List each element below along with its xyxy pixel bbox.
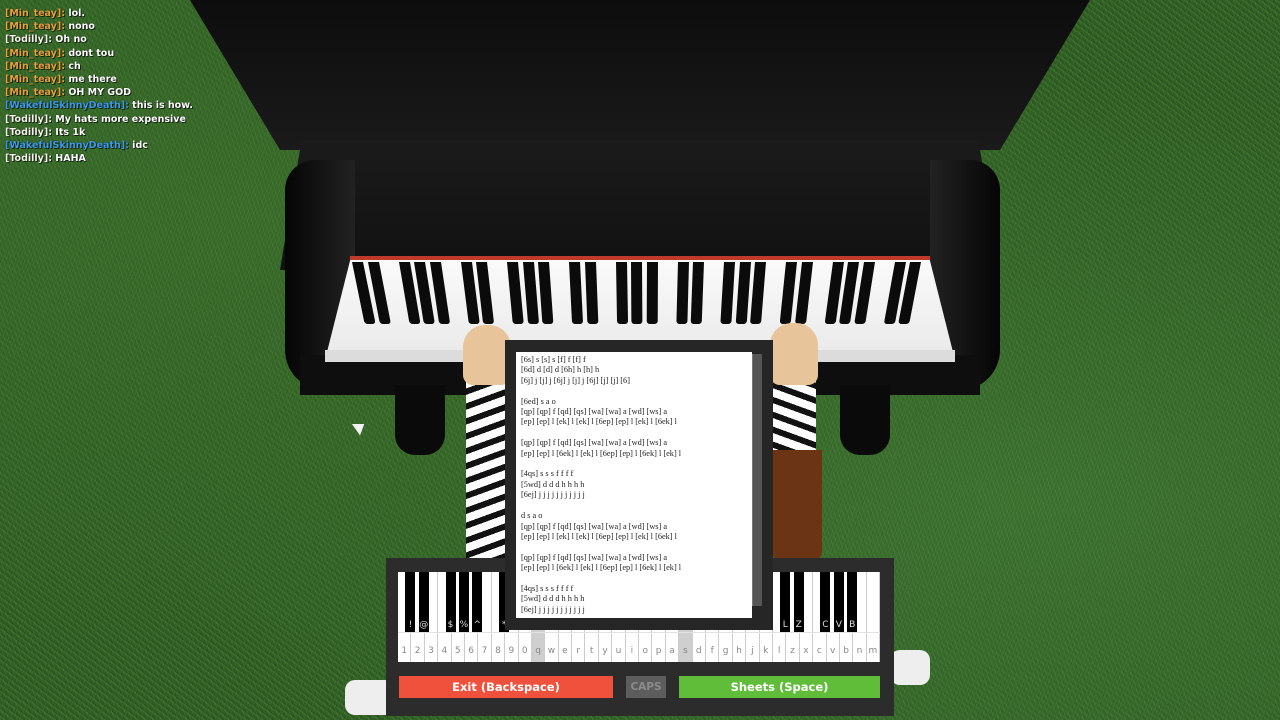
sheet-music[interactable]: [6s] s [s] s [f] f [f] f [6d] d [d] d [6h… [516,352,752,618]
exit-button[interactable]: Exit (Backspace) [399,676,613,698]
chat-username: [Todilly]: [5,126,52,138]
sheet-line: [ep] [ep] l [6ek] l [ek] l [6ep] [ep] l … [521,448,682,458]
chat-username: [Todilly]: [5,34,52,46]
sheet-line: [6ed] s a o [521,396,556,406]
chat-message: [Min_teay]: OH MY GOD [5,86,193,99]
sheet-line: [4qs] s s s f f f f [521,583,574,593]
sheet-scrollbar[interactable] [752,354,762,606]
sheet-line: [ep] [ep] l [ek] l [ek] l [6ep] [ep] l [… [521,531,677,541]
chat-username: [Todilly]: [5,153,52,165]
sheet-line: [4qs] s s s f f f f [521,469,574,479]
black-key[interactable]: Z [793,572,804,632]
chat-text: lol. [65,8,85,19]
sheet-line [521,542,752,552]
keyboard-divider [398,632,880,633]
sheet-line: [qp] [qp] f [qd] [qs] [wa] [wa] a [wd] [… [521,552,668,562]
chat-log: [Min_teay]: lol. [Min_teay]: nono [Todilly… [5,7,193,165]
sheet-line: [6ej] j j j j j j j j j j j [521,604,585,614]
sheet-line: [qp] [qp] f [qd] [qs] [wa] [wa] a [wd] [… [521,521,668,531]
piano-leg-left [395,385,445,455]
piano-black-key [646,262,658,324]
sheet-line: [qp] [qp] f [qd] [qs] [wa] [wa] a [wd] [… [521,407,668,417]
sheet-line: [5wd] d d d h h h h [521,594,585,604]
chat-text: Oh no [52,34,87,46]
chat-text: idc [128,140,148,152]
chat-message: [Min_teay]: nono [5,20,193,33]
black-key[interactable]: ! [405,572,416,632]
piano-black-key [631,262,643,324]
chat-message: [Min_teay]: dont tou [5,47,193,60]
chat-message: [Min_teay]: ch [5,60,193,73]
caps-button[interactable]: CAPS [626,676,666,698]
sheet-line: [6d] d [d] d [6h] h [h] h [521,365,600,375]
sheet-line [521,574,752,584]
sheet-line: [ep] [ep] l [6ek] l [ek] l [6ep] [ep] l … [521,563,682,573]
avatar-torso [772,450,822,560]
piano-black-key [690,262,704,324]
sheet-line [521,501,752,511]
piano-lid [190,0,1090,150]
chat-message: [Todilly]: Oh no [5,33,193,46]
chat-text: Its 1k [52,126,86,138]
sheet-line: [5wd] d d d h h h h [521,479,585,489]
chat-username: [Min_teay]: [5,21,66,33]
chat-message: [Todilly]: Its 1k [5,126,193,139]
key-m[interactable]: m [866,572,881,662]
black-key[interactable]: ^ [472,572,483,632]
chat-text: me there [65,74,117,86]
chat-username: [Min_teay]: [5,8,66,19]
sheet-line [521,459,752,469]
piano-case [280,140,1000,270]
avatar-hand-left [463,325,511,385]
sheet-line: [ep] [ep] l [ek] l [ek] l [6ep] [ep] l [… [521,417,677,427]
chat-username: [Todilly]: [5,113,52,125]
black-key[interactable]: % [458,572,469,632]
chat-text: ch [65,60,81,72]
sheet-line [521,386,752,396]
chat-text: OH MY GOD [65,87,132,99]
chat-message: [WakefulSkinnyDeath]: this is how. [5,99,193,112]
piano-black-key [584,262,598,324]
black-key[interactable]: C [820,572,831,632]
avatar-hand-right [770,323,818,385]
sheet-line [521,428,752,438]
sheet-line: [6s] s [s] s [f] f [f] f [521,355,586,364]
sheet-line: d s a o [521,511,543,521]
piano-black-key [615,262,628,324]
chat-message: [Min_teay]: me there [5,73,193,86]
black-key[interactable]: B [847,572,858,632]
chat-text: dont tou [65,47,115,59]
chat-username: [Min_teay]: [5,74,66,86]
chat-username: [WakefulSkinnyDeath]: [5,140,129,152]
black-key[interactable]: V [833,572,844,632]
sheets-button[interactable]: Sheets (Space) [679,676,880,698]
sheet-line: [qp] [qp] f [qd] [qs] [wa] [wa] a [wd] [… [521,438,668,448]
avatar-foot-right [890,650,930,685]
piano-black-key [675,262,689,324]
black-key[interactable]: $ [445,572,456,632]
chat-text: My hats more expensive [52,113,186,125]
chat-text: nono [65,21,95,33]
chat-text: this is how. [128,100,193,112]
chat-username: [Min_teay]: [5,47,66,59]
piano-leg-right [840,385,890,455]
sheet-line: [6j] j [j] j [6j] j [j] j [6j] [j] [j] [… [521,375,630,385]
sheet-line: [6ej] j j j j j j j j j j j [521,490,585,500]
chat-username: [Min_teay]: [5,60,66,72]
black-key[interactable]: @ [418,572,429,632]
sheet-text: [6s] s [s] s [f] f [f] f [6d] d [d] d [6h… [516,352,752,615]
black-key[interactable]: L [780,572,791,632]
chat-message: [Min_teay]: lol. [5,7,193,20]
chat-username: [WakefulSkinnyDeath]: [5,100,129,112]
chat-text: HAHA [52,153,86,165]
chat-message: [Todilly]: My hats more expensive [5,113,193,126]
chat-username: [Min_teay]: [5,87,66,99]
chat-message: [Todilly]: HAHA [5,152,193,165]
chat-message: [WakefulSkinnyDeath]: idc [5,139,193,152]
